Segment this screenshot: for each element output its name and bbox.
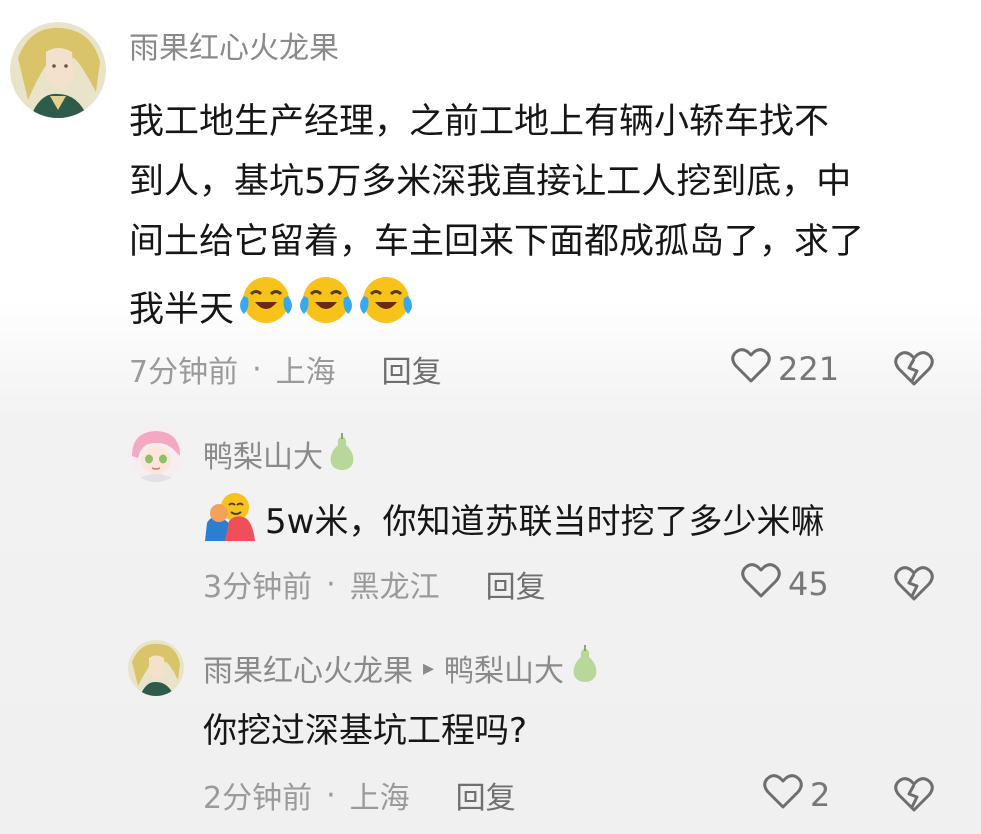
meta-separator: · [252,351,262,387]
crying-laughing-emoji [358,272,414,347]
like-count: 2 [810,776,831,814]
pear-icon [327,433,357,475]
reply-text-row: 5w米，你知道苏联当时挖了多少米嘛 [203,490,824,546]
comment-item: 雨果红心火龙果 我工地生产经理，之前工地上有辆小轿车找不 到人，基坑5万多米深我… [0,0,981,410]
reply-item: 雨果红心火龙果 ▸ 鸭梨山大 你挖过深基坑工程吗? 2分钟前 · 上海 回复 2 [0,620,981,834]
like-count: 221 [778,350,840,388]
location: 黑龙江 [349,570,440,605]
meta-separator: · [326,777,336,813]
broken-heart-icon [893,777,935,817]
comment-meta: 3分钟前 · 黑龙江 回复 [203,562,546,606]
timestamp: 2分钟前 [203,781,313,816]
like-count: 45 [788,565,829,603]
like-button[interactable]: 45 [740,562,829,606]
reply-item: 鸭梨山大 5w米，你知道苏联当时挖了多少米嘛 3分钟前 · 黑龙江 回复 45 [0,410,981,620]
reply-button[interactable]: 回复 [486,562,546,606]
username-row: 鸭梨山大 [203,432,357,476]
comment-text: 我工地生产经理，之前工地上有辆小轿车找不 到人，基坑5万多米深我直接让工人挖到底… [129,92,969,347]
comment-meta: 7分钟前 · 上海 回复 [129,347,442,391]
hugging-emoji [203,487,257,550]
location: 上海 [275,355,336,390]
meta-separator: · [326,566,336,602]
broken-heart-icon [893,351,935,391]
comment-text-line-last: 我半天 [129,272,969,347]
user-avatar[interactable] [128,426,184,482]
reply-button[interactable]: 回复 [456,773,516,817]
like-button[interactable]: 221 [730,347,839,391]
username-row: 雨果红心火龙果 ▸ 鸭梨山大 [203,645,600,691]
comment-text-line: 我工地生产经理，之前工地上有辆小轿车找不 [129,102,830,142]
reply-to-username[interactable]: 鸭梨山大 [444,646,564,690]
heart-icon [762,772,804,818]
user-avatar[interactable] [128,640,184,696]
user-avatar[interactable] [10,22,106,118]
reply-button[interactable]: 回复 [382,347,442,391]
pear-icon [570,645,600,691]
reply-text: 你挖过深基坑工程吗? [203,711,528,751]
like-button[interactable]: 2 [762,773,830,817]
broken-heart-icon [893,566,935,606]
crying-laughing-emoji [238,272,294,347]
crying-laughing-emoji [298,272,354,347]
timestamp: 7分钟前 [129,355,239,390]
username[interactable]: 雨果红心火龙果 [203,646,413,690]
dislike-button[interactable] [893,564,935,604]
dislike-button[interactable] [893,349,935,389]
heart-icon [730,346,772,392]
dislike-button[interactable] [893,775,935,815]
location: 上海 [349,781,410,816]
comment-text-line: 到人，基坑5万多米深我直接让工人挖到底，中 [129,162,852,202]
heart-icon [740,561,782,607]
timestamp: 3分钟前 [203,570,313,605]
reply-text: 5w米，你知道苏联当时挖了多少米嘛 [265,501,825,542]
comment-meta: 2分钟前 · 上海 回复 [203,773,516,817]
comment-text-line: 我半天 [129,289,235,330]
comment-text-line: 间土给它留着，车主回来下面都成孤岛了，求了 [129,222,865,262]
username[interactable]: 雨果红心火龙果 [129,29,339,69]
reply-arrow-icon: ▸ [423,655,435,681]
username[interactable]: 鸭梨山大 [203,432,323,476]
